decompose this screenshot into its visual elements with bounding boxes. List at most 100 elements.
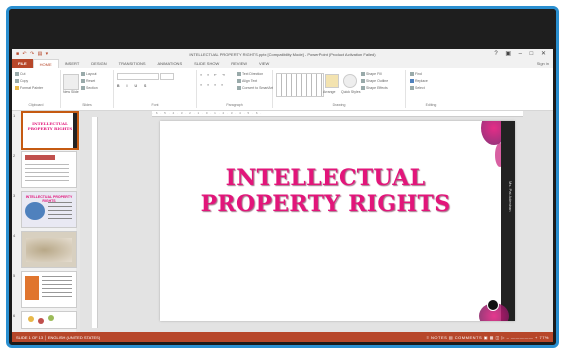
text-direction-icon [237,72,241,77]
slide-thumbnail-1[interactable]: INTELLECTUAL PROPERTY RIGHTS [21,111,79,150]
status-left: SLIDE 1 OF 13 │ ENGLISH (UNITED STATES) [16,335,101,340]
convert-smartart-button[interactable]: Convert to SmartArt [237,86,273,91]
thumb-image [25,276,39,300]
slide-thumbnail-6[interactable] [21,311,77,329]
thumb-number: 3 [13,193,16,198]
tab-slide-show[interactable]: SLIDE SHOW [188,59,225,68]
vertical-ruler [92,117,98,328]
group-label: Editing [425,103,437,107]
thumb-dot [28,316,34,322]
drawing-group: Arrange Quick Styles Shape Fill Shape Ou… [273,70,406,108]
powerpoint-window: ■ ↶ ↷ ▤ ▾ INTELLECTUAL PROPERTY RIGHTS.p… [12,49,553,342]
thumb-text-lines [25,164,69,182]
thumb-dot [38,318,44,324]
reset-icon [81,79,85,84]
new-slide-icon [63,74,79,90]
slide-title[interactable]: INTELLECTUAL PROPERTY RIGHTS [160,165,491,217]
screen-frame: ■ ↶ ↷ ▤ ▾ INTELLECTUAL PROPERTY RIGHTS.p… [6,6,559,348]
section-button[interactable]: Section [81,86,98,91]
group-label: Paragraph [226,103,243,107]
group-label: Slides [82,103,92,107]
format-painter-button[interactable]: Format Painter [15,86,43,91]
outline-icon [361,79,365,84]
layout-icon [81,72,85,77]
group-label: Clipboard [28,103,44,107]
tab-design[interactable]: DESIGN [85,59,112,68]
thumb-dot [48,315,54,321]
shapes-gallery[interactable] [276,73,324,97]
slide-thumbnail-3[interactable]: INTELLECTUAL PROPERTY RIGHTS [21,191,77,228]
font-format-buttons[interactable]: B I U S [117,84,149,88]
top-black-bar [9,9,556,49]
align-text-button[interactable]: Align Text [237,79,257,84]
fill-icon [361,72,365,77]
group-label: Font [151,103,159,107]
tab-file[interactable]: FILE [12,59,33,68]
tab-transitions[interactable]: TRANSITIONS [113,59,152,68]
shape-fill-button[interactable]: Shape Fill [361,72,382,77]
thumb-number: 1 [13,113,16,118]
arrange-icon [325,74,339,88]
status-bar: SLIDE 1 OF 13 │ ENGLISH (UNITED STATES) … [12,332,553,342]
font-size-box[interactable] [160,73,174,80]
select-icon [410,86,414,91]
tab-view[interactable]: VIEW [253,59,275,68]
slide-thumbnail-4[interactable] [21,231,77,268]
band-text: Ms. Pat Adeniran [508,181,513,212]
camera-icon [487,299,499,311]
thumb-caption: INTELLECTUAL PROPERTY RIGHTS [27,121,73,131]
sign-in-link[interactable]: Sign in [537,61,549,66]
list-buttons[interactable]: ≡ ≡ ⇤ ⇥ [200,73,227,77]
text-direction-button[interactable]: Text Direction [237,72,263,77]
new-slide-button[interactable]: New Slide [63,90,79,94]
align-text-icon [237,79,241,84]
layout-button[interactable]: Layout [81,72,97,77]
title-line-2: PROPERTY RIGHTS [200,191,451,217]
ribbon-tabs: FILE HOME INSERT DESIGN TRANSITIONS ANIM… [12,59,553,69]
slide-thumbnail-5[interactable] [21,271,77,308]
tab-review[interactable]: REVIEW [225,59,253,68]
thumb-map-image [26,238,72,262]
font-group: B I U S Font [114,70,197,108]
scissors-icon [15,72,19,77]
slide-thumbnails-pane: 1 INTELLECTUAL PROPERTY RIGHTS 2 3 INTEL… [12,111,80,332]
copy-icon [15,79,19,84]
shape-outline-button[interactable]: Shape Outline [361,79,388,84]
tab-insert[interactable]: INSERT [59,59,86,68]
status-right-controls[interactable]: ≡ NOTES ▤ COMMENTS ▣ ▦ ◫ ▷ – ————— + 77% [427,335,549,340]
reset-button[interactable]: Reset [81,79,95,84]
find-icon [410,72,414,77]
title-bar: ■ ↶ ↷ ▤ ▾ INTELLECTUAL PROPERTY RIGHTS.p… [12,49,553,59]
tab-animations[interactable]: ANIMATIONS [152,59,189,68]
group-label: Drawing [332,103,346,107]
clipboard-group: Cut Copy Format Painter Clipboard [12,70,61,108]
quick-access-toolbar[interactable]: ■ ↶ ↷ ▤ ▾ [16,51,49,57]
thumb-band [73,113,77,148]
shape-effects-button[interactable]: Shape Effects [361,86,388,91]
arrange-button[interactable]: Arrange [323,90,335,94]
smartart-icon [237,86,241,91]
editing-group: Find Replace Select Editing [406,70,456,108]
thumb-number: 2 [13,153,16,158]
slide-side-band: Ms. Pat Adeniran [501,121,515,321]
paragraph-group: ≡ ≡ ⇤ ⇥ ≡ ≡ ≡ ≡ Text Direction Align Tex… [197,70,273,108]
window-controls[interactable]: ? ▣ – □ ✕ [494,50,549,57]
replace-icon [410,79,414,84]
select-button[interactable]: Select [410,86,425,91]
copy-button[interactable]: Copy [15,79,28,84]
font-name-box[interactable] [117,73,159,80]
effects-icon [361,86,365,91]
title-line-1: INTELLECTUAL [225,165,426,191]
section-icon [81,86,85,91]
quick-styles-button[interactable]: Quick Styles [341,90,360,94]
slide-thumbnail-2[interactable] [21,151,77,188]
current-slide[interactable]: INTELLECTUAL PROPERTY RIGHTS Ms. Pat Ade… [160,121,515,321]
ribbon: Cut Copy Format Painter Clipboard New Sl… [12,68,553,111]
thumb-header-bar [25,155,55,160]
align-buttons[interactable]: ≡ ≡ ≡ ≡ [200,83,225,87]
thumb-text-lines [48,202,72,222]
cut-button[interactable]: Cut [15,72,25,77]
horizontal-ruler: · 6 · 5 · 4 · 3 · 2 · 1 · 0 · 1 · 2 · 3 … [152,111,523,117]
find-button[interactable]: Find [410,72,422,77]
replace-button[interactable]: Replace [410,79,428,84]
